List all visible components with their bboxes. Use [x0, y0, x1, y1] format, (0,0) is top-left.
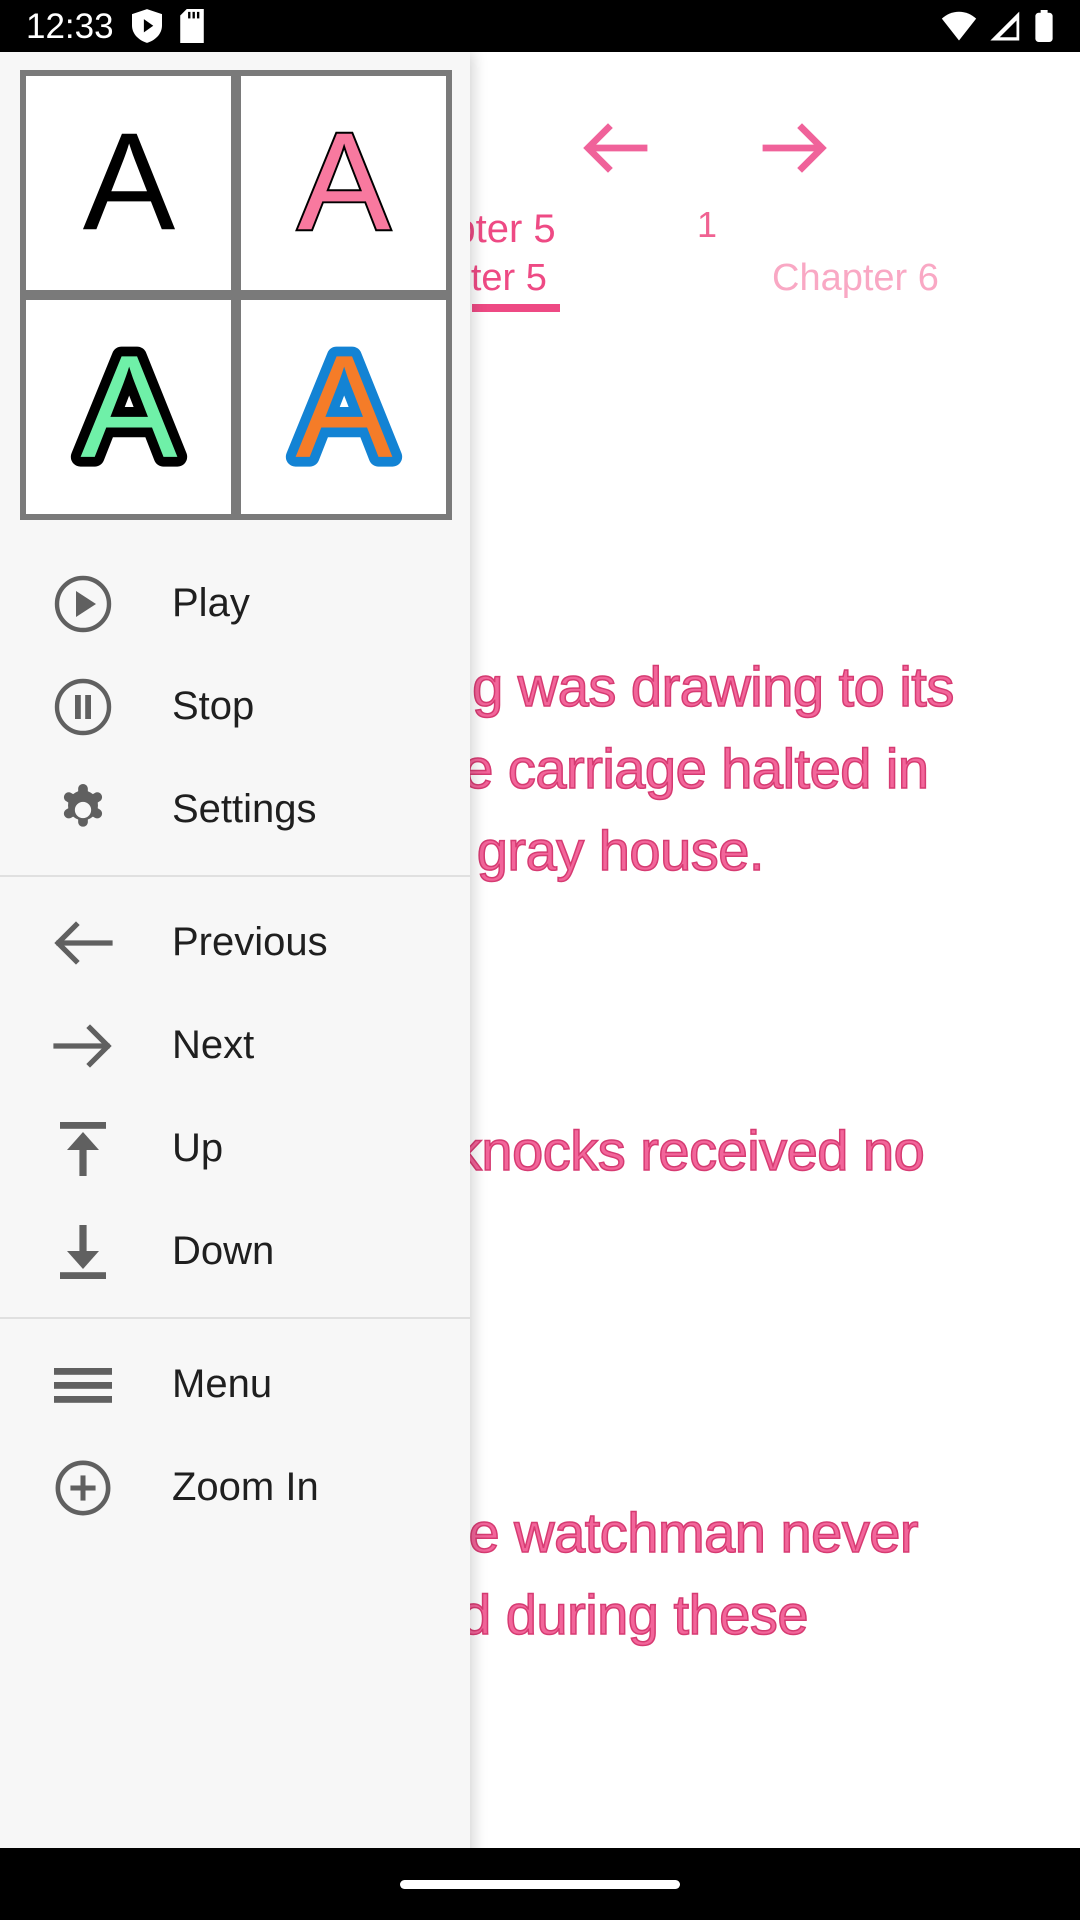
- hamburger-menu-icon: [40, 1362, 126, 1408]
- drawer-menu-list: Play Stop Settings Previous Next Up Down…: [0, 552, 470, 1539]
- tab-chapter-6-label: Chapter 6: [772, 257, 939, 299]
- tab-active-indicator: [472, 304, 560, 312]
- zoom-in-circle-icon: [40, 1459, 126, 1517]
- drawer-item-play[interactable]: Play: [0, 552, 470, 655]
- status-bar-right: [941, 10, 1054, 42]
- drawer-item-down[interactable]: Down: [0, 1200, 470, 1303]
- status-bar-clock: 12:33: [26, 6, 114, 46]
- navigation-drawer: A A A A Play Stop Settings Previous Next…: [0, 52, 470, 1920]
- drawer-divider-2: [0, 1317, 470, 1319]
- page-number: 1: [697, 204, 718, 245]
- pause-circle-icon: [40, 677, 126, 737]
- font-style-picker: A A A A: [20, 70, 452, 520]
- drawer-item-zoom-in[interactable]: Zoom In: [0, 1436, 470, 1539]
- arrow-left-icon: [582, 122, 648, 178]
- drawer-item-settings[interactable]: Settings: [0, 758, 470, 861]
- arrow-up-to-line-icon: [40, 1118, 126, 1180]
- arrow-right-icon: [40, 1020, 126, 1072]
- svg-text:A: A: [80, 325, 178, 488]
- drawer-item-up-label: Up: [172, 1126, 224, 1170]
- drawer-item-zoom-in-label: Zoom In: [172, 1465, 319, 1509]
- sd-card-icon: [179, 9, 204, 43]
- home-gesture-pill[interactable]: [400, 1879, 680, 1889]
- drawer-item-menu-label: Menu: [172, 1362, 273, 1406]
- status-bar-left: 12:33: [26, 9, 204, 44]
- drawer-item-previous-label: Previous: [172, 920, 328, 964]
- style-cell-green-heavy-outline[interactable]: A: [26, 300, 231, 514]
- drawer-item-play-label: Play: [172, 581, 250, 625]
- style-cell-pink-outline[interactable]: A: [241, 76, 446, 290]
- style-cell-orange-on-blue[interactable]: A: [241, 300, 446, 514]
- drawer-item-menu[interactable]: Menu: [0, 1333, 470, 1436]
- drawer-item-down-label: Down: [172, 1229, 275, 1273]
- drawer-item-next-label: Next: [172, 1023, 255, 1067]
- system-navigation-bar: [0, 1848, 1080, 1920]
- drawer-item-stop[interactable]: Stop: [0, 655, 470, 758]
- cell-signal-icon: [989, 11, 1022, 41]
- drawer-item-up[interactable]: Up: [0, 1097, 470, 1200]
- next-page-button[interactable]: [740, 110, 850, 190]
- wifi-icon: [941, 11, 977, 41]
- battery-icon: [1034, 10, 1054, 42]
- svg-text:A: A: [82, 104, 175, 259]
- gear-icon: [40, 779, 126, 841]
- arrow-left-icon: [40, 917, 126, 969]
- drawer-item-settings-label: Settings: [172, 787, 317, 831]
- arrow-down-to-line-icon: [40, 1221, 126, 1283]
- svg-text:A: A: [295, 325, 393, 488]
- arrow-right-icon: [762, 122, 828, 178]
- drawer-item-stop-label: Stop: [172, 684, 255, 728]
- style-cell-plain-black[interactable]: A: [26, 76, 231, 290]
- status-bar: 12:33: [0, 0, 1080, 52]
- play-circle-icon: [40, 574, 126, 634]
- play-protect-shield-icon: [131, 9, 162, 43]
- drawer-item-previous[interactable]: Previous: [0, 891, 470, 994]
- tab-chapter-6[interactable]: Chapter 6: [772, 257, 939, 300]
- drawer-item-next[interactable]: Next: [0, 994, 470, 1097]
- svg-text:A: A: [297, 104, 390, 259]
- drawer-divider-1: [0, 875, 470, 877]
- previous-page-button[interactable]: [560, 110, 670, 190]
